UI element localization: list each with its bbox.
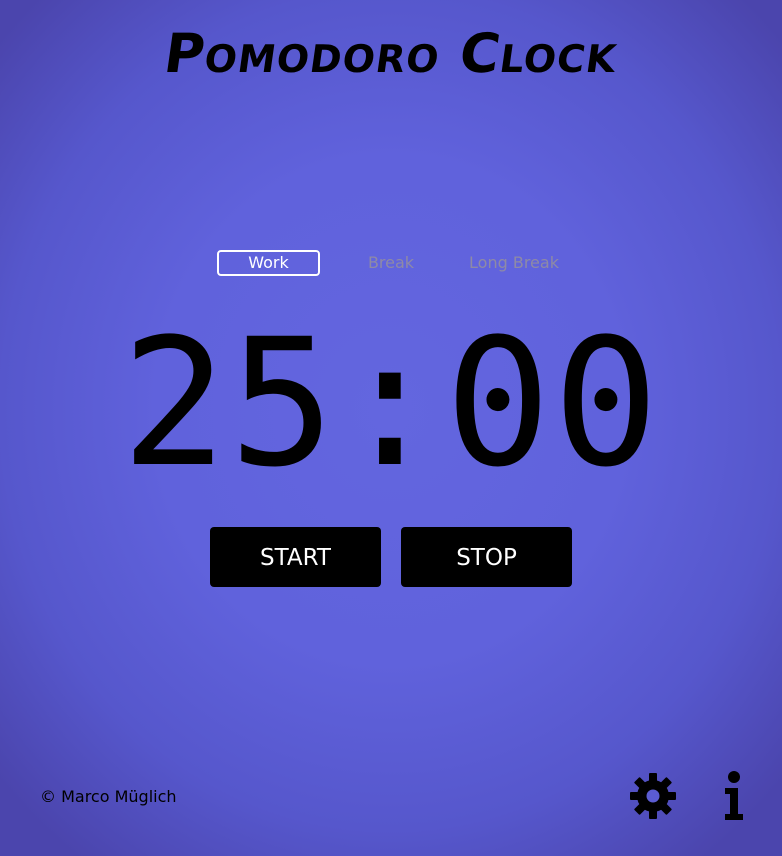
tab-break[interactable]: Break	[350, 250, 432, 276]
gear-icon[interactable]	[629, 772, 677, 820]
app-title: Pomodoro Clock	[160, 22, 622, 85]
info-icon[interactable]	[720, 770, 748, 822]
start-button[interactable]: START	[210, 527, 381, 587]
mode-tabs: Work Break Long Break	[0, 250, 782, 276]
tab-work[interactable]: Work	[217, 250, 320, 276]
timer-display: 25:00	[121, 301, 661, 506]
tab-long-break[interactable]: Long Break	[462, 250, 566, 276]
stop-button[interactable]: STOP	[401, 527, 572, 587]
copyright-credit: © Marco Müglich	[40, 787, 177, 806]
